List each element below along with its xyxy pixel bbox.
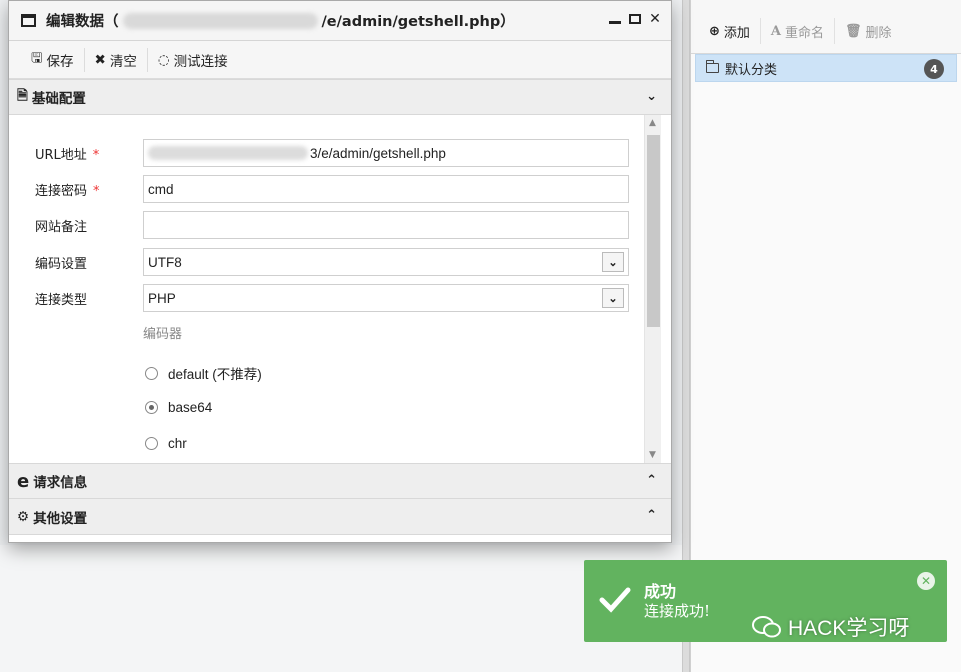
category-count-badge: 4 <box>924 59 944 79</box>
encoding-row: 编码设置 UTF8 ⌄ <box>35 248 629 276</box>
type-row: 连接类型 PHP ⌄ <box>35 284 629 312</box>
note-row: 网站备注 <box>35 211 629 239</box>
encoder-option-label: base64 <box>168 400 213 415</box>
close-icon: ✕ <box>649 11 661 27</box>
save-icon: 🖫 <box>31 50 43 66</box>
basic-config-header[interactable]: 🗎 基础配置 ⌄ <box>9 79 671 115</box>
clear-icon: ✖ <box>94 51 106 68</box>
basic-config-title: 基础配置 <box>31 91 86 107</box>
close-icon[interactable]: ✕ <box>917 572 935 590</box>
encoder-label: 编码器 <box>143 327 183 342</box>
window-controls: ✕ <box>609 11 661 28</box>
add-label: 添加 <box>723 25 750 41</box>
clear-button[interactable]: ✖ 清空 <box>85 47 148 72</box>
required-mark: * <box>93 183 100 199</box>
radio-icon <box>145 366 158 380</box>
toast-title: 成功 <box>644 582 677 601</box>
category-item-default[interactable]: 默认分类 4 <box>695 54 957 82</box>
watermark-text: HACK学习呀 <box>788 617 910 640</box>
dialog-title-suffix: /e/admin/getshell.php） <box>321 14 515 30</box>
other-settings-header[interactable]: ⚙ 其他设置 ⌃ <box>9 499 671 535</box>
font-icon: A <box>770 23 782 39</box>
category-label: 默认分类 <box>725 62 778 78</box>
minimize-button[interactable] <box>609 11 621 28</box>
other-settings-title: 其他设置 <box>33 510 88 527</box>
document-icon: 🗎 <box>17 87 28 104</box>
delete-label: 删除 <box>865 25 892 41</box>
encoder-option-label: chr <box>168 436 187 451</box>
radio-icon <box>145 437 158 450</box>
redacted-host <box>122 12 318 29</box>
rename-label: 重命名 <box>785 25 825 41</box>
type-select[interactable]: PHP ⌄ <box>143 284 629 312</box>
chevron-down-icon[interactable]: ⌄ <box>602 252 624 272</box>
maximize-button[interactable] <box>629 11 641 28</box>
window-icon <box>21 14 36 27</box>
basic-config-form: URL地址 * 3/e/admin/getshell.php 连接密码 * cmd … <box>9 115 671 463</box>
password-row: 连接密码 * cmd <box>35 175 629 203</box>
wechat-icon <box>752 616 781 638</box>
required-mark: * <box>92 147 100 163</box>
form-scrollbar[interactable]: ▲ ▼ <box>644 115 661 463</box>
save-button[interactable]: 🖫 保存 <box>21 47 85 72</box>
maximize-icon <box>629 14 641 24</box>
watermark: HACK学习呀 <box>752 612 909 642</box>
spinner-icon: ◌ <box>157 51 170 68</box>
test-connection-button[interactable]: ◌ 测试连接 <box>148 48 238 72</box>
plus-circle-icon: ⊕ <box>709 23 720 39</box>
encoding-value: UTF8 <box>148 254 182 270</box>
checkmark-icon <box>599 587 631 613</box>
save-label: 保存 <box>46 53 74 70</box>
encoder-option-chr[interactable]: chr <box>145 436 187 451</box>
dialog-titlebar[interactable]: 编辑数据（ /e/admin/getshell.php） ✕ <box>9 1 671 41</box>
category-toolbar: ⊕ 添加 A 重命名 🗑 删除 <box>691 0 961 54</box>
encoding-label: 编码设置 <box>35 256 88 272</box>
toast-message: 连接成功! <box>644 602 711 620</box>
close-button[interactable]: ✕ <box>649 11 661 28</box>
url-label: URL地址 * <box>35 147 100 163</box>
minimize-icon <box>609 21 621 24</box>
delete-category-button[interactable]: 🗑 删除 <box>835 18 902 44</box>
add-category-button[interactable]: ⊕ 添加 <box>699 18 761 44</box>
scroll-down-icon[interactable]: ▼ <box>649 450 656 460</box>
chevron-down-icon[interactable]: ⌄ <box>602 288 624 308</box>
ie-icon: e <box>17 470 30 492</box>
encoding-select[interactable]: UTF8 ⌄ <box>143 248 629 276</box>
url-row: URL地址 * 3/e/admin/getshell.php <box>35 139 629 167</box>
chevron-down-icon: ⌄ <box>646 89 657 104</box>
clear-label: 清空 <box>109 53 137 70</box>
gears-icon: ⚙ <box>17 508 30 525</box>
scroll-thumb[interactable] <box>647 135 660 327</box>
test-connection-label: 测试连接 <box>173 53 228 70</box>
trash-icon: 🗑 <box>845 23 862 39</box>
dialog-toolbar: 🖫 保存 ✖ 清空 ◌ 测试连接 <box>9 41 671 79</box>
password-input[interactable]: cmd <box>143 175 629 203</box>
encoder-option-default[interactable]: default (不推荐) <box>145 363 262 383</box>
chevron-up-icon: ⌃ <box>646 473 657 488</box>
rename-category-button[interactable]: A 重命名 <box>761 18 836 44</box>
note-label: 网站备注 <box>35 219 88 235</box>
request-info-header[interactable]: e 请求信息 ⌃ <box>9 463 671 499</box>
edit-data-dialog: 编辑数据（ /e/admin/getshell.php） ✕ 🖫 保存 ✖ 清空… <box>8 0 672 543</box>
radio-checked-icon <box>145 401 158 414</box>
folder-icon <box>706 60 719 73</box>
url-value: 3/e/admin/getshell.php <box>310 145 446 161</box>
password-value: cmd <box>148 181 174 197</box>
background-lower-panel <box>0 545 682 672</box>
redacted-url-host <box>148 146 308 160</box>
chevron-up-icon: ⌃ <box>646 508 657 523</box>
encoder-option-base64[interactable]: base64 <box>145 400 212 415</box>
type-value: PHP <box>148 290 176 306</box>
password-label: 连接密码 * <box>35 183 100 199</box>
scroll-up-icon[interactable]: ▲ <box>649 118 656 128</box>
encoder-option-label: default (不推荐) <box>168 367 262 382</box>
note-input[interactable] <box>143 211 629 239</box>
type-label: 连接类型 <box>35 292 88 308</box>
request-info-title: 请求信息 <box>33 475 88 491</box>
url-input[interactable]: 3/e/admin/getshell.php <box>143 139 629 167</box>
dialog-title-prefix: 编辑数据（ <box>46 14 119 30</box>
